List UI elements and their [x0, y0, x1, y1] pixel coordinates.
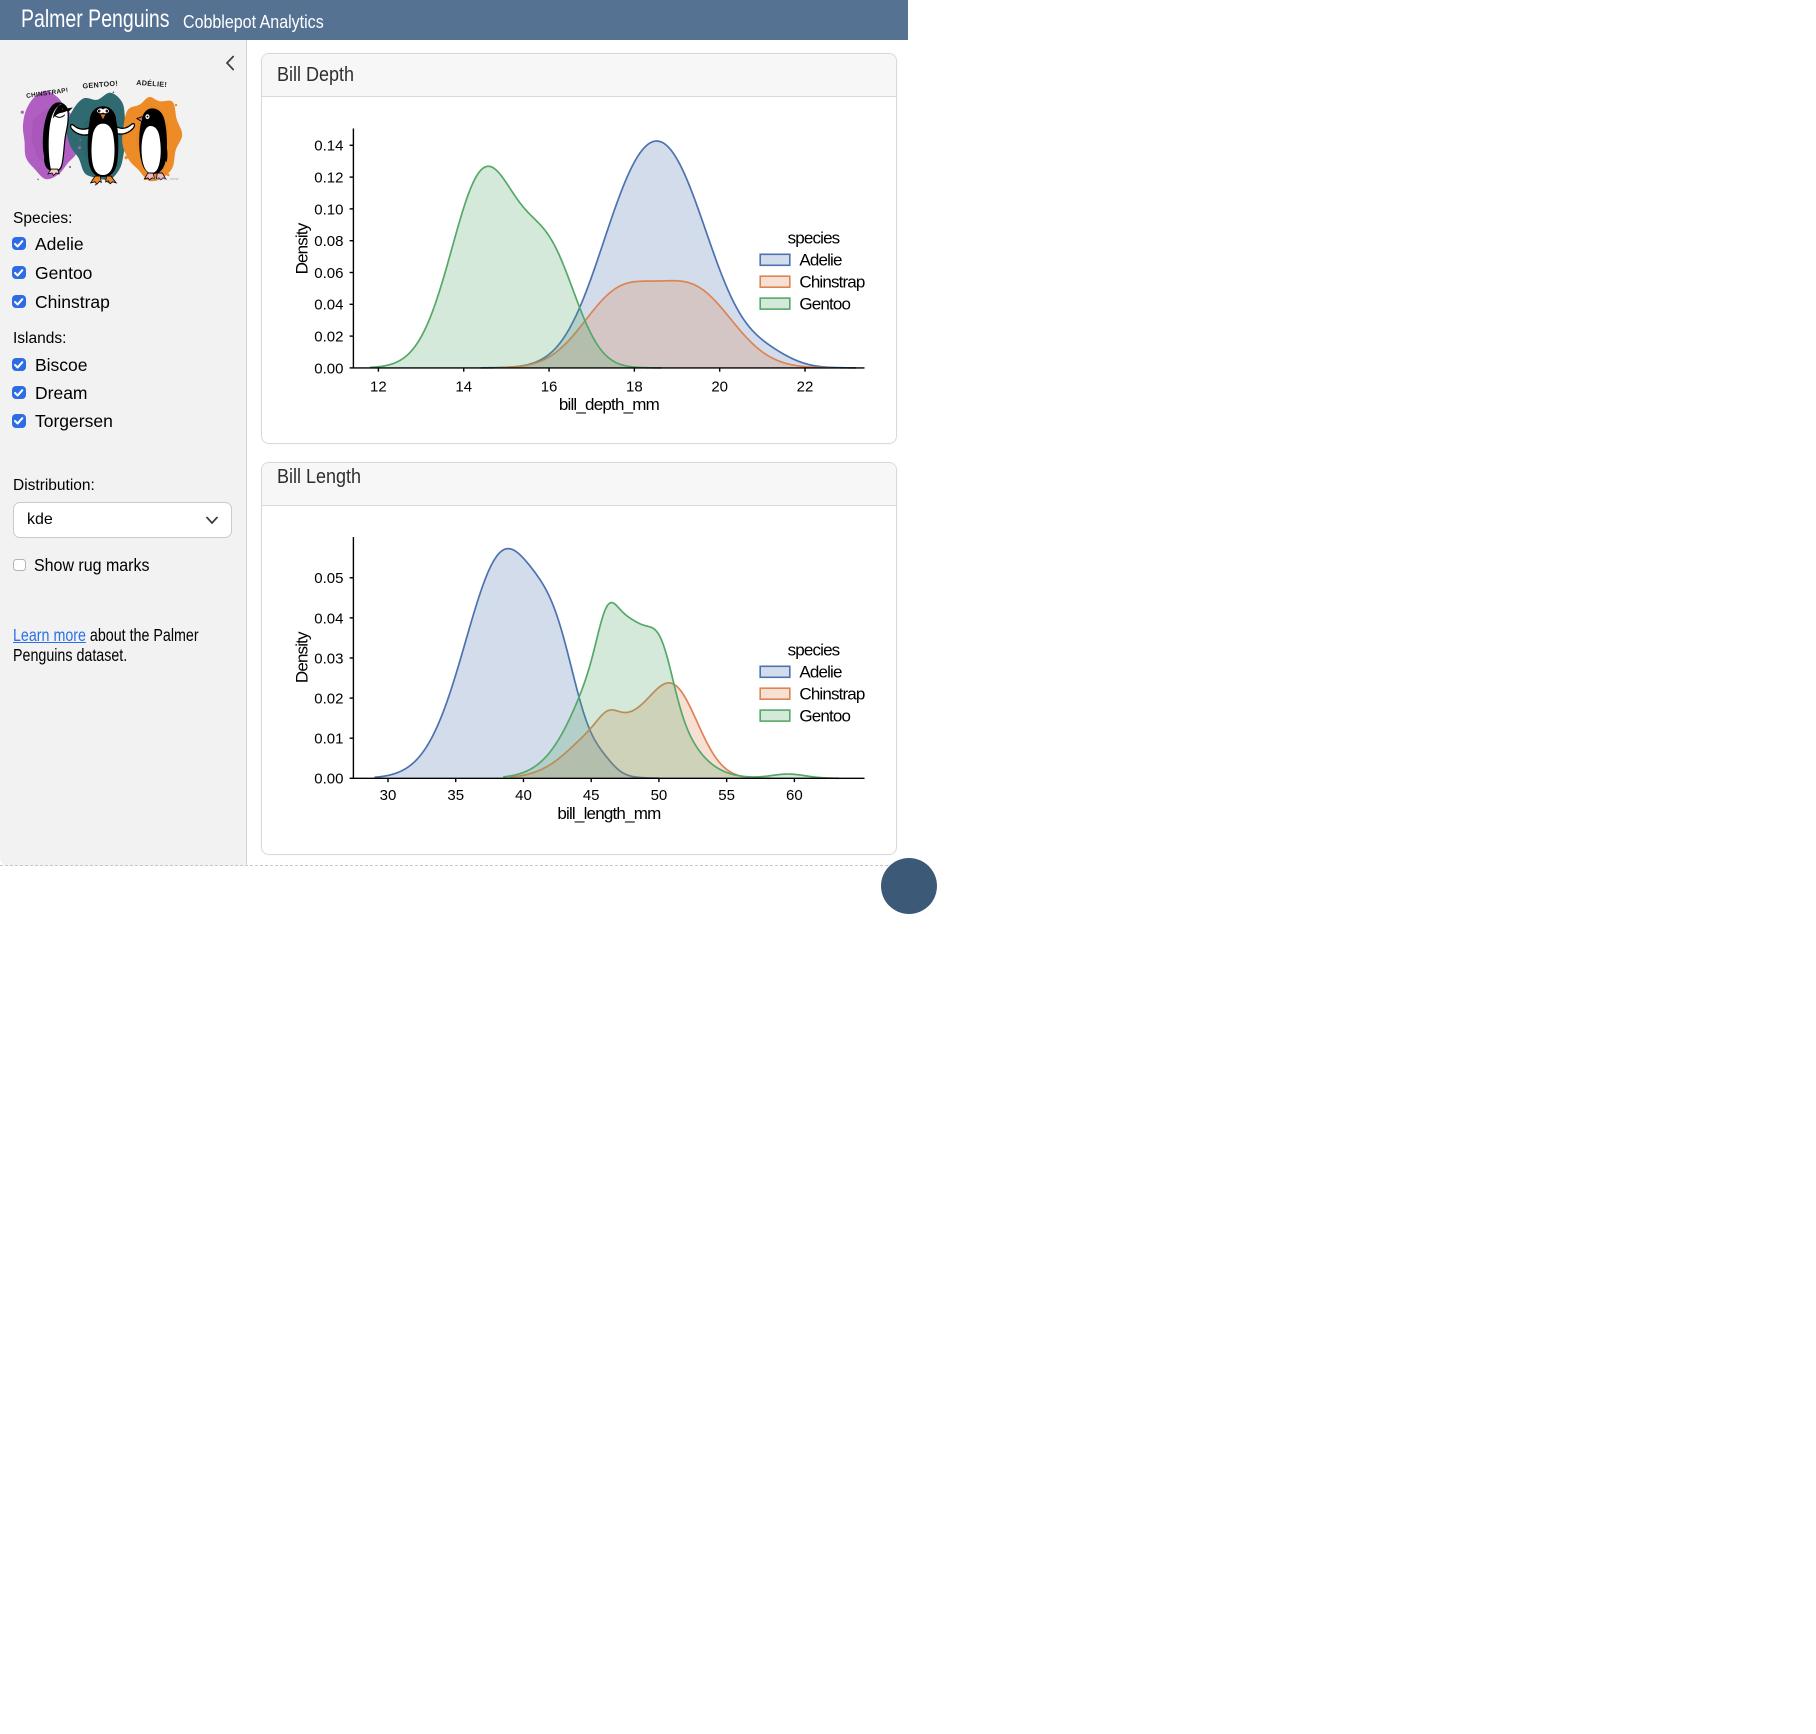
svg-text:0.01: 0.01 — [314, 731, 343, 748]
svg-text:0.12: 0.12 — [314, 170, 343, 187]
svg-text:0.02: 0.02 — [314, 329, 343, 346]
svg-text:0.06: 0.06 — [314, 265, 343, 282]
svg-text:14: 14 — [455, 378, 472, 395]
svg-text:12: 12 — [370, 378, 387, 395]
svg-text:0.05: 0.05 — [314, 570, 343, 587]
svg-text:species: species — [788, 229, 840, 248]
svg-text:60: 60 — [786, 787, 803, 804]
svg-text:Adelie: Adelie — [799, 251, 842, 270]
svg-text:0.08: 0.08 — [314, 233, 343, 250]
svg-text:GENTOO!: GENTOO! — [82, 78, 118, 90]
svg-text:16: 16 — [541, 378, 558, 395]
svg-text:ADÉLIE!: ADÉLIE! — [136, 78, 167, 89]
svg-text:@allison_horst: @allison_horst — [152, 176, 179, 181]
svg-text:bill_length_mm: bill_length_mm — [557, 804, 661, 823]
svg-text:22: 22 — [797, 378, 814, 395]
svg-text:bill_depth_mm: bill_depth_mm — [559, 395, 660, 414]
svg-text:Chinstrap: Chinstrap — [799, 684, 865, 703]
svg-text:Gentoo: Gentoo — [799, 294, 850, 313]
svg-text:20: 20 — [711, 378, 728, 395]
svg-text:0.02: 0.02 — [314, 690, 343, 707]
svg-text:18: 18 — [626, 378, 643, 395]
svg-text:55: 55 — [718, 787, 735, 804]
svg-text:Density: Density — [293, 631, 312, 683]
svg-text:0.00: 0.00 — [314, 771, 343, 788]
svg-text:0.04: 0.04 — [314, 610, 343, 627]
svg-text:40: 40 — [515, 787, 532, 804]
svg-text:0.14: 0.14 — [314, 138, 343, 155]
svg-text:45: 45 — [583, 787, 600, 804]
svg-text:Density: Density — [293, 222, 312, 274]
svg-text:Gentoo: Gentoo — [799, 706, 850, 725]
svg-text:Adelie: Adelie — [799, 663, 842, 682]
svg-text:species: species — [788, 641, 840, 660]
svg-text:0.03: 0.03 — [314, 650, 343, 667]
svg-text:50: 50 — [651, 787, 668, 804]
svg-text:30: 30 — [380, 787, 397, 804]
svg-text:0.10: 0.10 — [314, 201, 343, 218]
svg-text:35: 35 — [447, 787, 464, 804]
svg-text:0.00: 0.00 — [314, 360, 343, 377]
svg-text:Chinstrap: Chinstrap — [799, 272, 865, 291]
svg-text:0.04: 0.04 — [314, 297, 343, 314]
